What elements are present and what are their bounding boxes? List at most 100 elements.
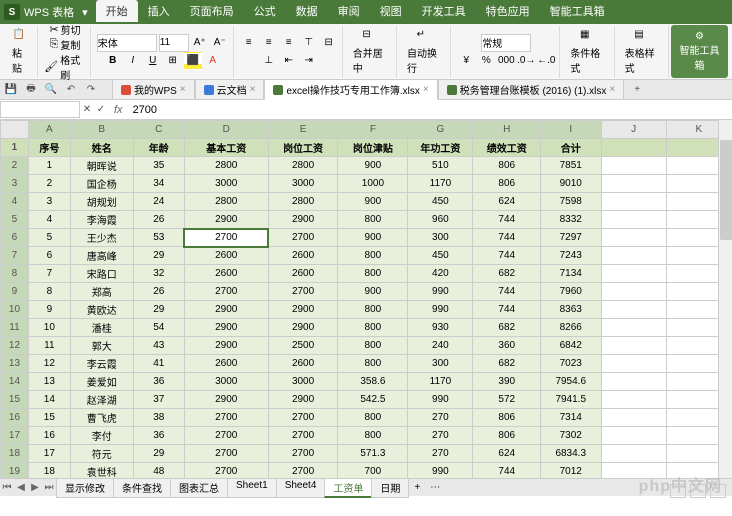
cell[interactable]: 358.6 [338,373,408,391]
cell[interactable]: 5 [28,229,70,247]
cell[interactable]: 3000 [268,373,338,391]
cell[interactable]: 900 [338,157,408,175]
cell[interactable]: 2700 [184,427,268,445]
cell[interactable]: 11 [28,337,70,355]
cell[interactable]: 7023 [540,355,601,373]
cell[interactable]: 2600 [184,265,268,283]
cell[interactable]: 2900 [184,337,268,355]
cell[interactable]: 袁世科 [70,463,133,479]
cell[interactable]: 2600 [184,355,268,373]
preview-button[interactable]: 🔍 [44,83,58,97]
doc-tab-1[interactable]: 云文档× [195,79,265,100]
save-button[interactable]: 💾 [4,83,18,97]
cell[interactable]: 2700 [268,283,338,301]
new-tab-button[interactable]: + [630,83,644,97]
cell[interactable]: 黄欧达 [70,301,133,319]
cell[interactable]: 8363 [540,301,601,319]
cell[interactable]: 300 [408,229,473,247]
cell[interactable]: 744 [473,301,541,319]
col-header-G[interactable]: G [408,121,473,139]
cell[interactable]: 3000 [268,175,338,193]
fx-icon[interactable]: fx [108,104,129,116]
cell[interactable]: 744 [473,229,541,247]
cell[interactable]: 7598 [540,193,601,211]
cell[interactable]: 8 [28,283,70,301]
cell[interactable]: 2900 [184,211,268,229]
cell[interactable]: 郭大 [70,337,133,355]
header-cell[interactable]: 年龄 [133,139,184,157]
cell[interactable]: 3 [28,193,70,211]
border-button[interactable]: ⊞ [164,52,182,70]
cell[interactable]: 9010 [540,175,601,193]
merge-center-button[interactable]: ⊟ 合并居中 [349,27,392,77]
cell[interactable]: 390 [473,373,541,391]
cell[interactable]: 王少杰 [70,229,133,247]
cell[interactable]: 53 [133,229,184,247]
row-header[interactable]: 3 [1,175,29,193]
row-header[interactable]: 18 [1,445,29,463]
font-color-button[interactable]: A [204,52,222,70]
row-header[interactable]: 13 [1,355,29,373]
cell[interactable] [601,355,666,373]
copy-icon[interactable]: ⎘ [50,38,59,51]
first-sheet-button[interactable]: ⏮ [0,481,14,495]
font-size-select[interactable] [159,34,189,52]
cell[interactable]: 2900 [268,211,338,229]
cell[interactable]: 7941.5 [540,391,601,409]
row-header[interactable]: 6 [1,229,29,247]
cell[interactable]: 360 [473,337,541,355]
percent-button[interactable]: % [477,52,495,70]
close-icon[interactable]: × [423,84,429,95]
cell[interactable]: 2800 [184,193,268,211]
cell[interactable]: 450 [408,193,473,211]
cell[interactable]: 8332 [540,211,601,229]
cell[interactable] [601,193,666,211]
cell[interactable]: 54 [133,319,184,337]
ribbon-tab-3[interactable]: 公式 [244,0,286,22]
cell[interactable] [601,229,666,247]
add-sheet-button[interactable]: + [408,481,426,494]
cell[interactable]: 2900 [184,319,268,337]
cancel-formula-icon[interactable]: ✕ [80,103,94,117]
ribbon-tab-8[interactable]: 特色应用 [476,0,540,22]
format-painter-icon[interactable]: 🖌 [44,60,58,73]
accept-formula-icon[interactable]: ✓ [94,103,108,117]
row-header[interactable]: 4 [1,193,29,211]
cell[interactable] [601,445,666,463]
header-cell[interactable]: 年功工资 [408,139,473,157]
cell[interactable]: 240 [408,337,473,355]
cell[interactable]: 2700 [184,463,268,479]
cell[interactable]: 36 [133,427,184,445]
ribbon-tab-7[interactable]: 开发工具 [412,0,476,22]
cell[interactable]: 744 [473,463,541,479]
sheet-tab-5[interactable]: 工资单 [324,478,372,498]
cell[interactable]: 2700 [184,229,268,247]
format-painter-label[interactable]: 格式刷 [60,52,86,82]
header-cell[interactable]: 岗位津贴 [338,139,408,157]
cell[interactable]: 郑高 [70,283,133,301]
increase-font-button[interactable]: A⁺ [191,34,209,52]
vertical-scrollbar[interactable] [718,120,732,478]
cell[interactable]: 1000 [338,175,408,193]
sheet-tab-4[interactable]: Sheet4 [276,478,326,498]
cell[interactable]: 10 [28,319,70,337]
cell[interactable]: 2700 [268,445,338,463]
cell[interactable]: 7302 [540,427,601,445]
cell[interactable]: 2700 [184,445,268,463]
prev-sheet-button[interactable]: ◀ [14,481,28,495]
cell[interactable]: 38 [133,409,184,427]
row-header[interactable]: 17 [1,427,29,445]
ribbon-tab-6[interactable]: 视图 [370,0,412,22]
cell[interactable]: 450 [408,247,473,265]
cell[interactable]: 3000 [184,175,268,193]
col-header-D[interactable]: D [184,121,268,139]
cell[interactable]: 29 [133,301,184,319]
sheet-tab-1[interactable]: 条件查找 [113,478,171,498]
paste-button[interactable]: 📋 粘贴 [8,27,33,77]
cell[interactable]: 26 [133,211,184,229]
cell[interactable]: 2700 [184,409,268,427]
cell[interactable]: 7 [28,265,70,283]
cell[interactable]: 7134 [540,265,601,283]
col-header-J[interactable]: J [601,121,666,139]
cell[interactable]: 800 [338,355,408,373]
